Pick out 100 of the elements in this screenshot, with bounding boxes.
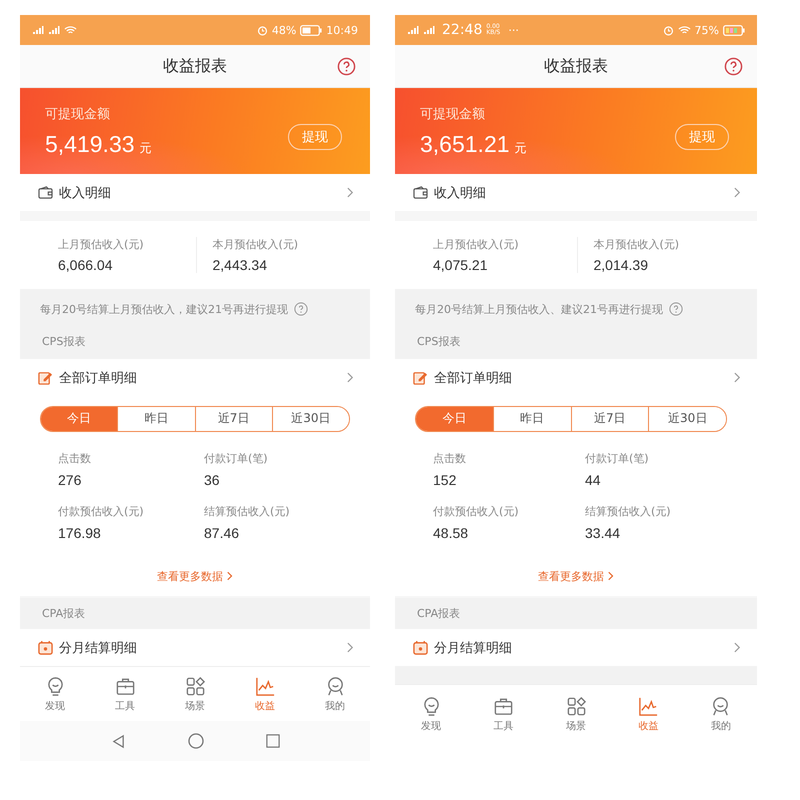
- income-detail-row[interactable]: 收入明细: [20, 174, 370, 211]
- stat-label: 本月预估收入(元): [212, 237, 300, 252]
- metric-value: 44: [585, 472, 602, 488]
- stat-label: 上月预估收入(元): [58, 237, 145, 252]
- income-detail-row[interactable]: 收入明细: [395, 174, 757, 211]
- calendar-icon: [38, 640, 53, 655]
- chevron-right-icon: [347, 372, 354, 383]
- metric-label: 结算预估收入(元): [204, 504, 291, 518]
- chevron-right-icon: [347, 187, 354, 198]
- stat-label: 上月预估收入(元): [433, 237, 520, 252]
- section-label: CPA报表: [42, 606, 86, 621]
- wifi-icon: [64, 25, 77, 35]
- battery-percent: 48%: [272, 24, 296, 36]
- alarm-icon: [256, 24, 268, 36]
- stat-value: 2,014.39: [594, 257, 649, 273]
- briefcase-icon: [114, 676, 136, 696]
- balance-amount: 3,651.21: [420, 130, 510, 158]
- metric-label: 付款订单(笔): [204, 451, 269, 466]
- wallet-icon: [413, 186, 428, 199]
- row-label: 全部订单明细: [59, 370, 138, 386]
- metric-label: 付款预估收入(元): [58, 504, 145, 518]
- page-title: 收益报表: [544, 56, 608, 76]
- metric-value: 176.98: [58, 524, 102, 540]
- recents-icon[interactable]: [266, 734, 280, 748]
- metric-label: 付款订单(笔): [585, 451, 650, 466]
- chevron-right-icon: [734, 372, 741, 383]
- tab-bar-item[interactable]: 工具: [90, 667, 160, 721]
- more-dots: ···: [508, 24, 519, 36]
- chevron-right-icon: [347, 642, 354, 653]
- grid-icon: [566, 696, 587, 716]
- balance-amount: 5,419.33: [45, 130, 135, 158]
- currency-unit: 元: [514, 140, 527, 156]
- stat-value: 6,066.04: [58, 257, 114, 273]
- tab-bar-item[interactable]: 场景: [540, 685, 612, 743]
- page-title: 收益报表: [163, 56, 227, 76]
- order-detail-row[interactable]: 全部订单明细: [395, 359, 757, 396]
- alarm-icon: [662, 24, 674, 36]
- help-icon[interactable]: [294, 302, 308, 316]
- edit-document-icon: [38, 370, 53, 385]
- monthly-settlement-row[interactable]: 分月结算明细: [395, 629, 757, 666]
- tab-bar-item[interactable]: 收益: [230, 667, 300, 721]
- battery-percent: 75%: [694, 24, 719, 36]
- calendar-icon: [413, 640, 428, 655]
- metric-label: 点击数: [58, 451, 92, 466]
- metric-value: 152: [433, 472, 458, 488]
- period-tab[interactable]: 今日: [416, 406, 493, 430]
- clock-time: 10:49: [326, 24, 358, 36]
- metric-label: 结算预估收入(元): [585, 504, 672, 518]
- chevron-right-icon: [227, 571, 233, 581]
- tab-bar-item[interactable]: 发现: [20, 667, 90, 721]
- monthly-settlement-row[interactable]: 分月结算明细: [20, 629, 370, 666]
- tab-bar-item[interactable]: 场景: [160, 667, 230, 721]
- chevron-right-icon: [734, 642, 741, 653]
- row-label: 分月结算明细: [59, 640, 138, 656]
- tab-bar-item[interactable]: 我的: [300, 667, 370, 721]
- tab-bar-item[interactable]: 工具: [467, 685, 540, 743]
- balance-label: 可提现金额: [45, 106, 111, 122]
- wallet-icon: [38, 186, 53, 199]
- notice-text: 每月20号结算上月预估收入、建议21号再进行提现: [415, 302, 663, 316]
- help-icon[interactable]: [724, 56, 743, 76]
- more-data-link[interactable]: 查看更多数据: [157, 568, 233, 584]
- row-label: 收入明细: [59, 184, 112, 202]
- chevron-right-icon: [734, 187, 741, 198]
- tab-bar-item[interactable]: 我的: [684, 685, 758, 743]
- section-label: CPA报表: [417, 606, 462, 621]
- stat-label: 本月预估收入(元): [594, 237, 680, 252]
- stat-value: 4,075.21: [433, 257, 488, 273]
- metric-value: 33.44: [585, 524, 622, 540]
- home-icon[interactable]: [188, 733, 204, 749]
- more-data-link[interactable]: 查看更多数据: [538, 568, 614, 584]
- chevron-right-icon: [608, 571, 614, 581]
- metric-value: 87.46: [204, 524, 240, 540]
- line-chart-icon: [638, 696, 659, 716]
- period-tab[interactable]: 近30日: [648, 406, 726, 430]
- metric-value: 276: [58, 472, 82, 488]
- row-label: 分月结算明细: [434, 640, 513, 656]
- row-label: 收入明细: [434, 184, 487, 202]
- order-detail-row[interactable]: 全部订单明细: [20, 359, 370, 396]
- metric-value: 48.58: [433, 524, 470, 540]
- battery-icon: [300, 24, 322, 36]
- back-icon[interactable]: [110, 734, 126, 748]
- section-label: CPS报表: [416, 334, 462, 349]
- section-label: CPS报表: [41, 334, 86, 349]
- clock-time: 22:48: [442, 22, 482, 38]
- signal-icon: [407, 25, 419, 35]
- period-tab[interactable]: 今日: [41, 406, 118, 430]
- help-icon[interactable]: [669, 302, 683, 316]
- tab-bar-item[interactable]: 收益: [612, 685, 685, 743]
- row-label: 全部订单明细: [434, 370, 513, 386]
- notice-text: 每月20号结算上月预估收入，建议21号再进行提现: [40, 302, 288, 316]
- signal-icon: [423, 25, 435, 35]
- tab-bar-item[interactable]: 发现: [395, 685, 468, 743]
- signal-icon: [48, 25, 60, 35]
- signal-icon: [32, 25, 44, 35]
- period-tab[interactable]: 近30日: [272, 406, 349, 430]
- metric-value: 36: [204, 472, 221, 488]
- edit-document-icon: [413, 370, 428, 385]
- grid-icon: [184, 676, 206, 696]
- line-chart-icon: [254, 676, 276, 696]
- help-icon[interactable]: [337, 56, 356, 76]
